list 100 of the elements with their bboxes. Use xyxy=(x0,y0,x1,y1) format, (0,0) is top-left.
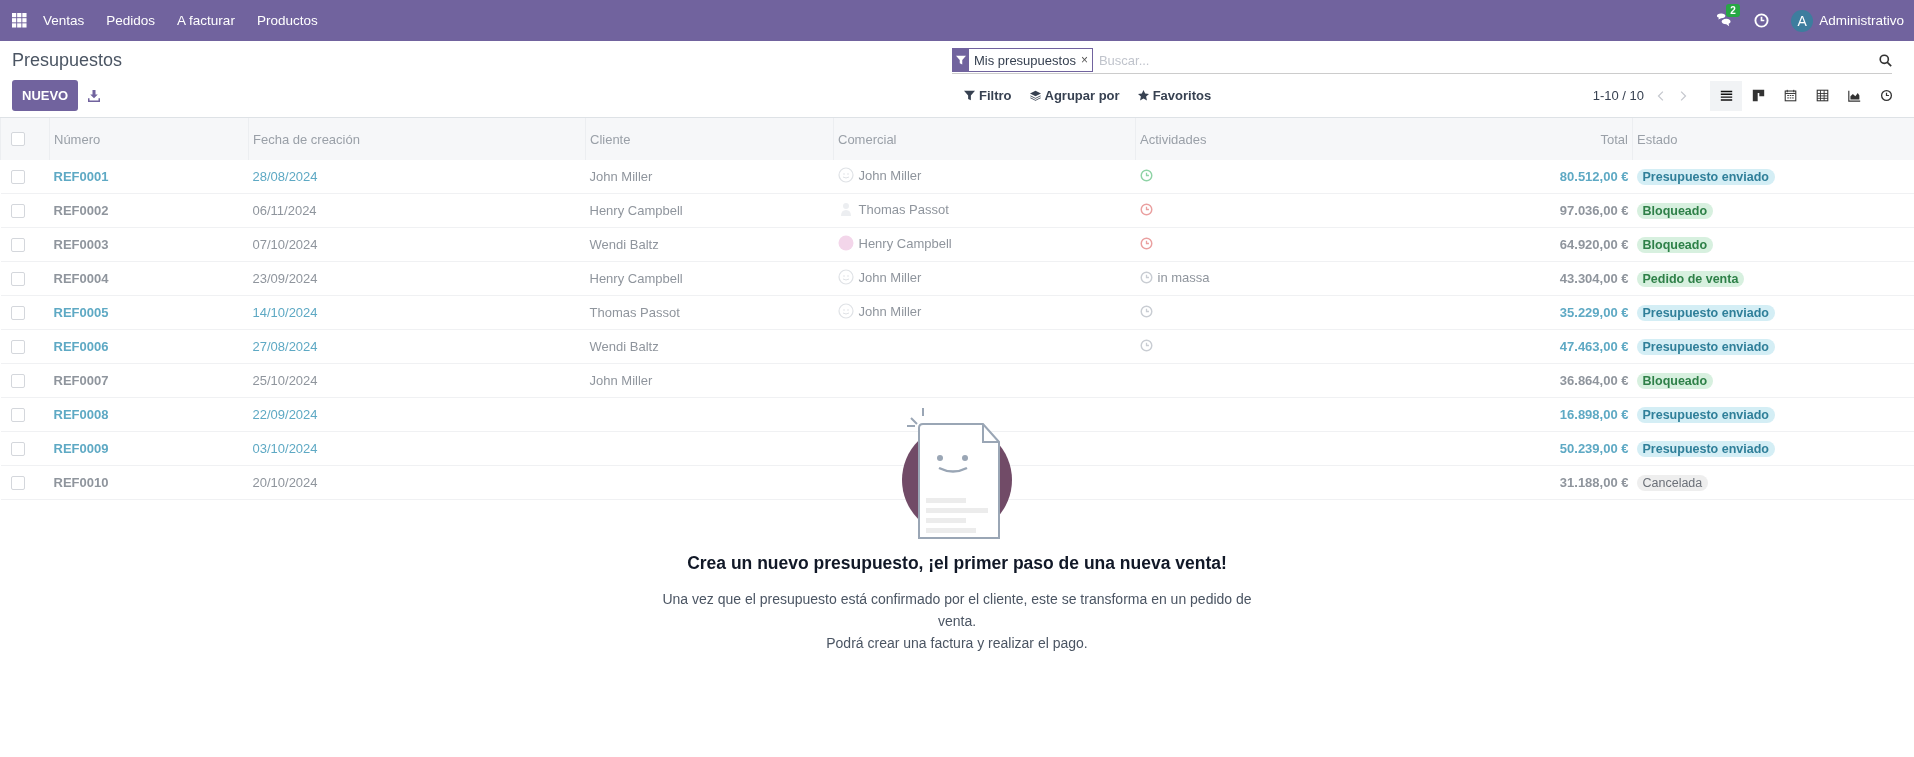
table-cell: 14/10/2024 xyxy=(248,295,586,330)
table-cell: 47.463,00 € xyxy=(1384,329,1633,364)
table-cell: John Miller xyxy=(589,169,653,184)
row-checkbox[interactable] xyxy=(10,407,25,422)
column-header[interactable]: Número xyxy=(49,118,249,160)
remove-facet-button[interactable]: × xyxy=(1080,53,1092,67)
helper-text: Podrá crear una factura y realizar el pago. xyxy=(825,634,1089,653)
row-checkbox[interactable] xyxy=(10,373,25,388)
table-cell[interactable]: REF0003 xyxy=(49,227,249,262)
select-all-checkbox[interactable] xyxy=(11,132,25,146)
status-badge: Bloqueado xyxy=(1636,202,1714,219)
table-cell: 50.239,00 € xyxy=(1384,431,1633,466)
table-cell[interactable]: REF0010 xyxy=(49,465,249,500)
table-cell[interactable]: REF0006 xyxy=(49,329,249,364)
column-header[interactable]: Estado xyxy=(1632,118,1914,160)
table-cell: 64.920,00 € xyxy=(1384,227,1633,262)
search-icon[interactable] xyxy=(1879,53,1892,67)
table-cell: 35.229,00 € xyxy=(1384,295,1633,330)
menu-item[interactable]: A facturar xyxy=(177,13,235,28)
table-cell: 07/10/2024 xyxy=(248,227,586,262)
table-cell: 36.864,00 € xyxy=(1384,363,1633,398)
table-cell[interactable]: REF0007 xyxy=(49,363,249,398)
table-cell: 16.898,00 € xyxy=(1384,397,1633,432)
activity-summary: in massa xyxy=(1157,270,1210,285)
table-cell: Thomas Passot xyxy=(589,305,680,320)
row-checkbox[interactable] xyxy=(10,203,25,218)
table-cell[interactable]: REF0002 xyxy=(49,193,249,228)
user-name[interactable]: Administrativo xyxy=(1819,13,1904,28)
facet-label: Mis presupuestos xyxy=(973,52,1077,68)
table-cell: Wendi Baltz xyxy=(589,339,659,354)
area-chart-icon xyxy=(1847,89,1861,102)
status-badge: Bloqueado xyxy=(1636,372,1714,389)
smiley-avatar-icon xyxy=(837,167,854,183)
table-cell: 23/09/2024 xyxy=(248,261,586,296)
column-header[interactable]: Cliente xyxy=(585,118,834,160)
table-icon xyxy=(1815,89,1829,102)
menu-item[interactable]: Productos xyxy=(256,13,318,28)
toolbar-button[interactable]: Favoritos xyxy=(1137,88,1212,103)
kanban-icon xyxy=(1751,89,1765,102)
clock-icon xyxy=(1879,89,1893,102)
star-icon xyxy=(1137,90,1149,101)
next-icon[interactable] xyxy=(1678,89,1688,102)
menu-item[interactable]: Pedidos xyxy=(106,13,156,28)
new-button[interactable]: NUEVO xyxy=(12,80,79,111)
row-checkbox[interactable] xyxy=(10,339,25,354)
table-cell[interactable]: REF0001 xyxy=(49,160,249,194)
salesperson-name: John Miller xyxy=(858,269,922,285)
toolbar-button[interactable]: Agrupar por xyxy=(1029,88,1120,103)
row-checkbox[interactable] xyxy=(10,237,25,252)
table-cell: 22/09/2024 xyxy=(248,397,586,432)
helper-text: Una vez que el presupuesto está confirmado por el cliente, este se transforma en un pedido de venta. xyxy=(661,590,1253,631)
table-cell: Henry Campbell xyxy=(589,203,683,218)
smiley-avatar-icon xyxy=(837,303,854,319)
column-header[interactable]: Comercial xyxy=(833,118,1136,160)
funnel-icon xyxy=(964,90,975,101)
salesperson-name: Thomas Passot xyxy=(858,201,949,217)
status-badge: Bloqueado xyxy=(1636,236,1714,253)
table-cell[interactable]: REF0008 xyxy=(49,397,249,432)
filter-icon xyxy=(956,55,966,65)
avatar-circle-icon xyxy=(837,235,854,251)
filter-facet[interactable]: Mis presupuestos × xyxy=(952,48,1093,72)
table-cell: 20/10/2024 xyxy=(248,465,586,500)
download-icon[interactable] xyxy=(88,89,101,102)
status-badge: Presupuesto enviado xyxy=(1636,440,1775,457)
table-cell: Henry Campbell xyxy=(589,271,683,286)
smiley-avatar-icon xyxy=(837,269,854,285)
app-name[interactable]: Ventas xyxy=(43,13,85,28)
previous-icon[interactable] xyxy=(1656,89,1666,102)
table-cell: 31.188,00 € xyxy=(1384,465,1633,500)
search-field[interactable]: Mis presupuestos × Buscar... xyxy=(952,47,1892,74)
table-cell: John Miller xyxy=(589,373,653,388)
table-cell: 97.036,00 € xyxy=(1384,193,1633,228)
pager-value: 1-10 / 10 xyxy=(1592,88,1644,103)
column-header[interactable]: Total xyxy=(1384,118,1633,160)
table-cell: 80.512,00 € xyxy=(1384,160,1633,194)
row-checkbox[interactable] xyxy=(10,441,25,456)
view-switch-button[interactable] xyxy=(1710,80,1742,111)
list-icon xyxy=(1719,89,1733,102)
chat-icon[interactable] xyxy=(1715,13,1733,28)
column-header[interactable]: Fecha de creación xyxy=(248,118,586,160)
toolbar-button[interactable]: Filtro xyxy=(964,88,1012,103)
table-cell[interactable]: REF0004 xyxy=(49,261,249,296)
status-badge: Cancelada xyxy=(1636,474,1709,491)
row-checkbox[interactable] xyxy=(10,305,25,320)
table-cell[interactable]: REF0005 xyxy=(49,295,249,330)
layers-icon xyxy=(1029,90,1041,101)
table-cell: 43.304,00 € xyxy=(1384,261,1633,296)
status-badge: Presupuesto enviado xyxy=(1636,406,1775,423)
user-avatar[interactable]: A xyxy=(1791,9,1814,32)
table-cell: Wendi Baltz xyxy=(589,237,659,252)
row-checkbox[interactable] xyxy=(10,271,25,286)
row-checkbox[interactable] xyxy=(10,169,25,184)
apps-grid-icon[interactable] xyxy=(12,13,27,28)
calendar-icon xyxy=(1783,89,1797,102)
table-cell[interactable]: REF0009 xyxy=(49,431,249,466)
status-badge: Presupuesto enviado xyxy=(1636,338,1775,355)
row-checkbox[interactable] xyxy=(10,475,25,490)
column-header[interactable]: Actividades xyxy=(1135,118,1384,160)
status-badge: Presupuesto enviado xyxy=(1636,168,1775,185)
table-cell: 06/11/2024 xyxy=(248,193,586,228)
